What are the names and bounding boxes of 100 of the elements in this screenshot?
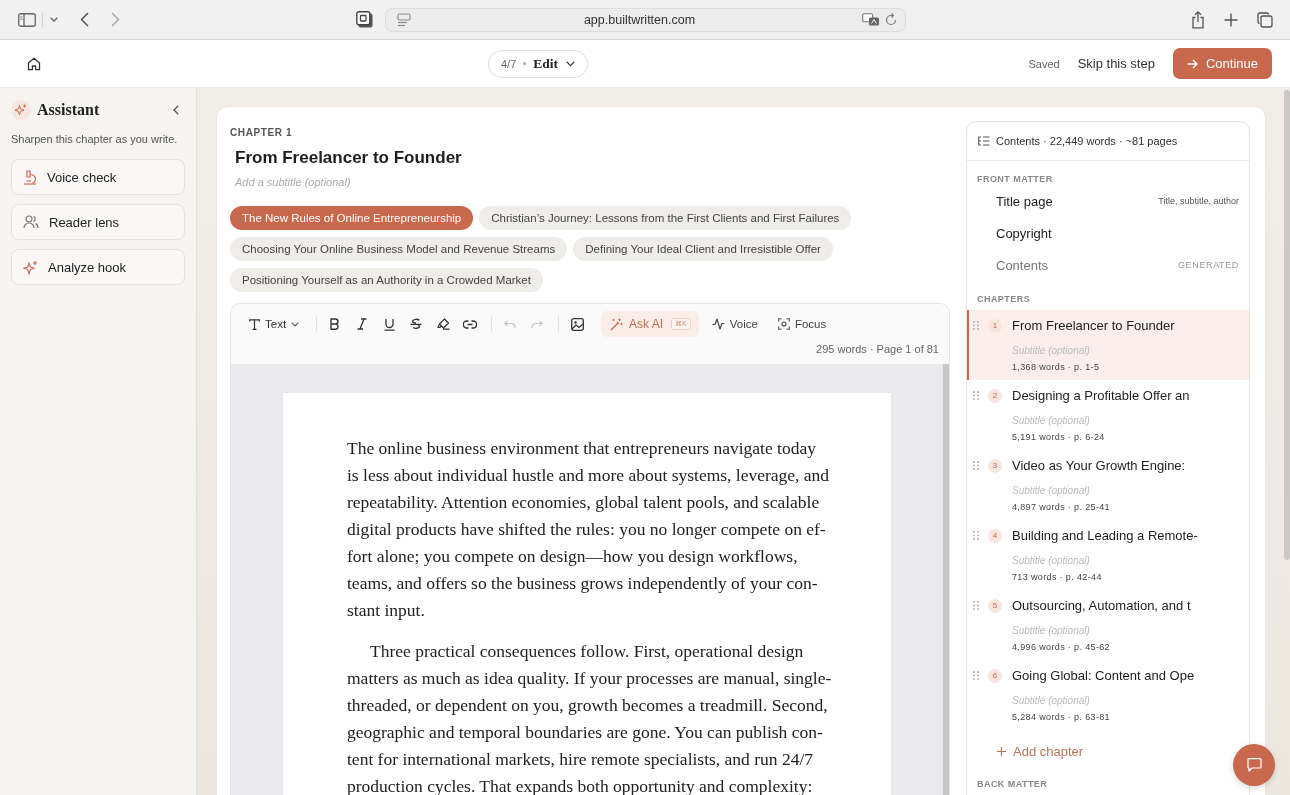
chapter-item[interactable]: 5 Outsourcing, Automation, and t Subtitle (optional) 4,996 words · p. 45-62 — [967, 590, 1249, 660]
sparkles-icon — [23, 259, 38, 275]
tab-overview-button[interactable] — [1257, 11, 1273, 28]
section-chip[interactable]: Christian’s Journey: Lessons from the First Clients and First Failures — [479, 206, 852, 230]
chapter-title: Going Global: Content and Ope — [1012, 668, 1195, 684]
back-button[interactable] — [80, 12, 89, 27]
sidebar-icon — [18, 12, 36, 27]
drag-handle-icon[interactable] — [973, 671, 979, 680]
home-icon — [27, 56, 41, 71]
chapter-number: 5 — [988, 599, 1002, 613]
chapter-number: 1 — [988, 319, 1002, 333]
tabs-icon — [1257, 11, 1273, 28]
back-chevron-icon — [80, 12, 89, 27]
share-icon — [1191, 10, 1205, 29]
translate-icon — [862, 12, 880, 27]
save-status: Saved — [1028, 57, 1060, 70]
tab-group-dropdown[interactable] — [50, 17, 58, 22]
redo-icon — [531, 319, 544, 329]
new-tab-button[interactable] — [1224, 12, 1238, 27]
chapter-title: Video as Your Growth Engine: — [1012, 458, 1186, 474]
list-icon — [978, 136, 990, 146]
front-matter-item[interactable]: Contents GENERATED — [967, 249, 1249, 281]
skip-step-button[interactable]: Skip this step — [1077, 56, 1155, 71]
chapter-number: 2 — [988, 389, 1002, 403]
bold-icon — [330, 318, 341, 330]
chapter-number: 6 — [988, 669, 1002, 683]
caret-icon — [291, 321, 300, 327]
address-bar[interactable]: app.builtwritten.com — [385, 7, 906, 32]
chapter-title: From Freelancer to Founder — [1012, 318, 1175, 334]
drag-handle-icon[interactable] — [973, 391, 979, 400]
continue-button[interactable]: Continue — [1172, 48, 1272, 79]
scrollbar-thumb[interactable] — [1284, 90, 1290, 560]
section-chip[interactable]: Defining Your Ideal Client and Irresistible Offer — [573, 237, 833, 261]
section-heading: FRONT MATTER — [976, 173, 1054, 185]
focus-frame-icon — [777, 318, 790, 330]
users-icon — [23, 215, 39, 229]
collapse-button[interactable] — [173, 105, 179, 115]
forward-chevron-icon — [111, 12, 120, 27]
italic-icon — [357, 318, 368, 330]
underline-icon — [383, 317, 395, 331]
assistant-title: Assistant — [37, 101, 100, 119]
chapter-number: 3 — [988, 459, 1002, 473]
chapter-title: Outsourcing, Automation, and t — [1012, 598, 1191, 614]
chevron-left-icon — [173, 105, 179, 115]
section-chip[interactable]: Choosing Your Online Business Model and Revenue Streams — [230, 237, 568, 261]
chapter-title-field[interactable]: From Freelancer to Founder — [230, 147, 950, 169]
reload-icon — [885, 13, 897, 26]
item-hint: Title, subtitle, author — [1158, 196, 1239, 206]
section-chip[interactable]: The New Rules of Online Entrepreneurship — [230, 206, 474, 230]
chat-bubble-icon — [1246, 758, 1262, 772]
pulse-icon — [711, 318, 725, 330]
chapter-item[interactable]: 1 From Freelancer to Founder Subtitle (optional) 1,368 words · p. 1-5 — [967, 310, 1249, 380]
plus-icon — [1224, 12, 1238, 27]
voice-button[interactable]: Voice — [711, 318, 758, 330]
chapter-title: Designing a Profitable Offer an — [1012, 388, 1190, 404]
drag-handle-icon[interactable] — [973, 321, 979, 330]
front-matter-item[interactable]: Copyright — [967, 217, 1249, 249]
chapter-stats: 5,191 words · p. 6-24 — [1012, 431, 1106, 444]
section-heading: CHAPTERS — [976, 293, 1032, 305]
chapter-label: CHAPTER 1 — [230, 127, 294, 139]
word-count: 295 words · Page 1 of 81 — [815, 342, 939, 356]
sidebar-toggle-button[interactable] — [18, 12, 36, 27]
share-button[interactable] — [1191, 10, 1205, 29]
chapter-item[interactable]: 4 Building and Leading a Remote- Subtitle (optional) 713 words · p. 42-44 — [967, 520, 1249, 590]
plus-icon — [997, 746, 1006, 756]
drag-handle-icon[interactable] — [973, 601, 979, 610]
separator-dot-icon — [523, 62, 527, 65]
chapter-stats: 1,368 words · p. 1-5 — [1012, 361, 1101, 374]
undo-icon — [504, 319, 517, 329]
assistant-tool-button[interactable]: Voice check — [11, 159, 185, 195]
chapter-title: Building and Leading a Remote- — [1012, 528, 1198, 544]
chapter-stats: 713 words · p. 42-44 — [1012, 571, 1103, 584]
scrollbar-thumb[interactable] — [943, 364, 949, 795]
front-matter-item[interactable]: Title page Title, subtitle, author — [967, 185, 1249, 217]
chapter-stats: 4,996 words · p. 45-62 — [1012, 641, 1111, 654]
contents-summary: Contents · 22,449 words · ~81 pages — [996, 135, 1178, 147]
type-icon — [249, 318, 260, 330]
section-chip[interactable]: Positioning Yourself as an Authority in a Crowded Market — [230, 268, 543, 292]
image-icon — [570, 317, 584, 331]
link-icon — [463, 319, 478, 329]
text-style-dropdown[interactable]: Text — [245, 313, 304, 335]
assistant-description: Sharpen this chapter as you write. — [11, 132, 179, 146]
microscope-icon — [23, 169, 37, 185]
magic-wand-icon — [610, 317, 624, 331]
add-chapter-button[interactable]: Add chapter — [967, 740, 1084, 762]
home-button[interactable] — [27, 56, 41, 71]
chevron-down-icon — [50, 17, 58, 22]
chapter-stats: 4,897 words · p. 25-41 — [1012, 501, 1111, 514]
chapter-item[interactable]: 6 Going Global: Content and Ope Subtitle (optional) 5,284 words · p. 63-81 — [967, 660, 1249, 730]
chapter-item[interactable]: 3 Video as Your Growth Engine: Subtitle (optional) 4,897 words · p. 25-41 — [967, 450, 1249, 520]
assistant-tool-button[interactable]: Reader lens — [11, 204, 185, 240]
chapter-item[interactable]: 2 Designing a Profitable Offer an Subtitle (optional) 5,191 words · p. 6-24 — [967, 380, 1249, 450]
chapter-number: 4 — [988, 529, 1002, 543]
assistant-tool-button[interactable]: Analyze hook — [11, 249, 185, 285]
strikethrough-icon — [410, 318, 423, 330]
drag-handle-icon[interactable] — [973, 531, 979, 540]
sparkle-icon — [11, 100, 31, 120]
focus-button[interactable]: Focus — [777, 318, 827, 330]
drag-handle-icon[interactable] — [973, 461, 979, 470]
cube-icon[interactable] — [356, 11, 373, 28]
